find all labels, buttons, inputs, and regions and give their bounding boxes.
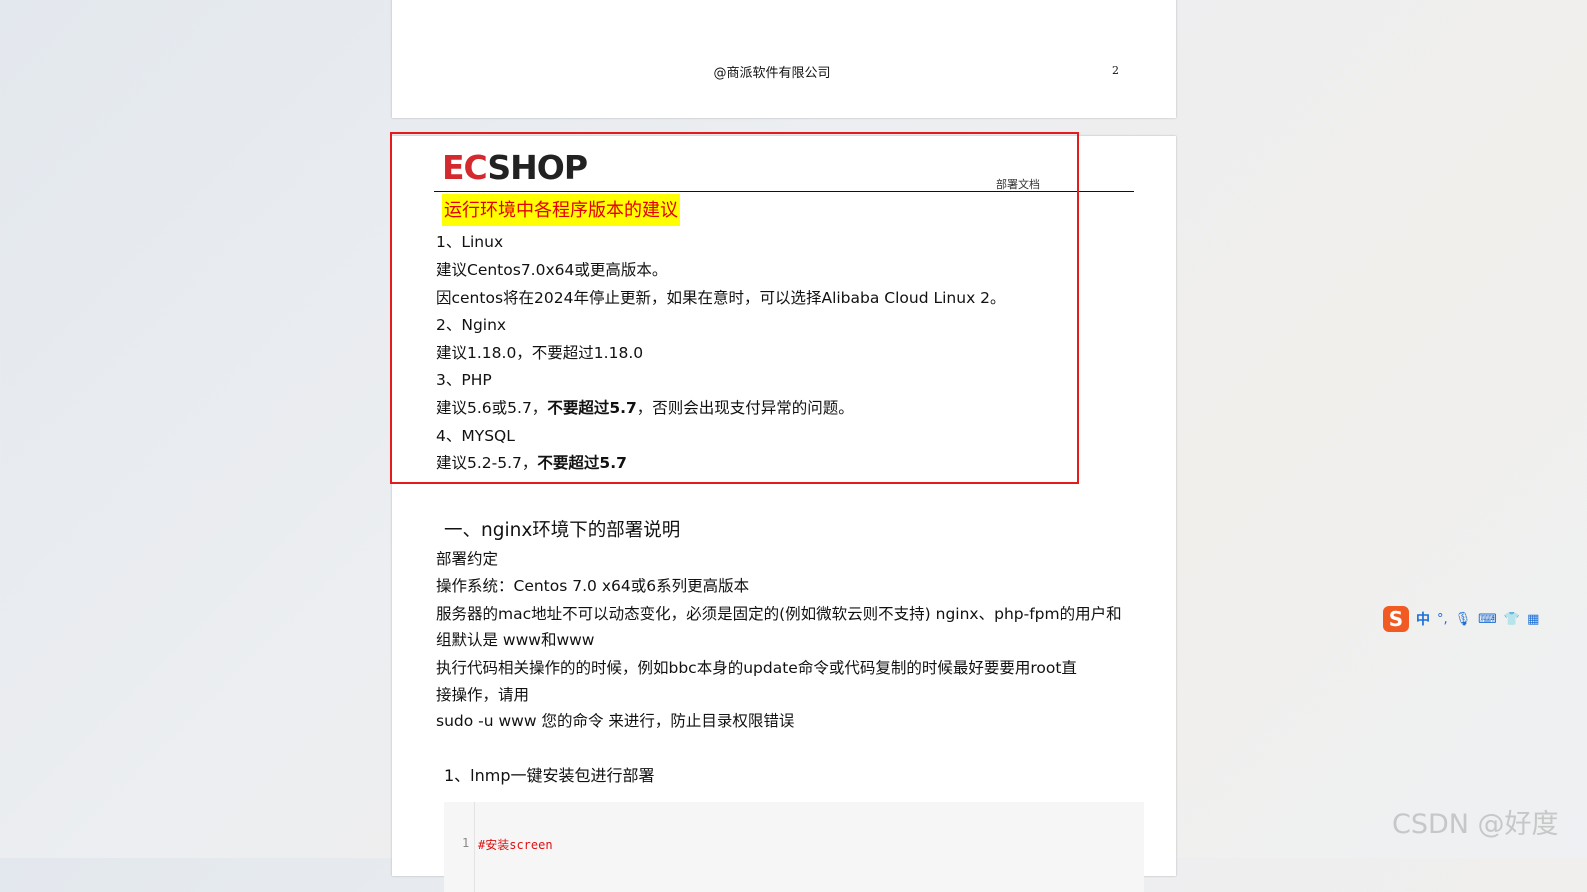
microphone-icon[interactable]: 🎙 bbox=[1455, 612, 1472, 627]
php-suffix: ，否则会出现支付异常的问题。 bbox=[636, 399, 854, 417]
mysql-bold: 不要超过5.7 bbox=[537, 454, 627, 472]
ecshop-logo: ECSHOP bbox=[442, 148, 588, 187]
page-number: 2 bbox=[1112, 64, 1119, 77]
php-prefix: 建议5.6或5.7， bbox=[436, 399, 548, 417]
section-p1: 部署约定 bbox=[436, 550, 499, 568]
mysql-line: 建议5.2-5.7，不要超过5.7 bbox=[436, 451, 627, 473]
ime-language-toggle[interactable]: 中 bbox=[1416, 609, 1430, 629]
previous-page: @商派软件有限公司 2 bbox=[392, 0, 1176, 118]
section-p3b: 组默认是 www和www bbox=[436, 631, 595, 649]
section-p5: sudo -u www 您的命令 来进行，防止目录权限错误 bbox=[436, 712, 795, 730]
header-divider bbox=[434, 191, 1134, 192]
section-p4b: 接操作，请用 bbox=[436, 686, 530, 704]
page-footer-company: @商派软件有限公司 bbox=[713, 66, 831, 81]
section-p3a: 服务器的mac地址不可以动态变化，必须是固定的(例如微软云则不支持) nginx… bbox=[436, 605, 1122, 623]
document-page: ECSHOP 部署文档 运行环境中各程序版本的建议 1、Linux 建议Cent… bbox=[392, 136, 1176, 892]
linux-line-2: 因centos将在2024年停止更新，如果在意时，可以选择Alibaba Clo… bbox=[436, 289, 1006, 307]
linux-line-1: 建议Centos7.0x64或更高版本。 bbox=[436, 261, 668, 279]
highlighted-title: 运行环境中各程序版本的建议 bbox=[442, 194, 680, 226]
section-p2: 操作系统：Centos 7.0 x64或6系列更高版本 bbox=[436, 577, 750, 595]
keyboard-icon[interactable]: ⌨ bbox=[1478, 612, 1497, 627]
code-block: 1 #安装screen bbox=[444, 802, 1144, 892]
code-line: #安装screen bbox=[478, 838, 553, 852]
code-line-number: 1 bbox=[462, 836, 470, 850]
sub-heading: 1、lnmp一键安装包进行部署 bbox=[444, 766, 655, 785]
sogou-logo-icon[interactable]: S bbox=[1383, 606, 1409, 632]
ime-toolbar[interactable]: S 中 °, 🎙 ⌨ 👕 ▦ bbox=[1383, 604, 1587, 634]
logo-ec: EC bbox=[442, 148, 488, 187]
linux-heading: 1、Linux bbox=[436, 233, 504, 251]
skin-icon[interactable]: 👕 bbox=[1504, 612, 1520, 627]
code-gutter bbox=[444, 802, 475, 892]
section-heading: 一、nginx环境下的部署说明 bbox=[444, 520, 681, 541]
logo-shop: SHOP bbox=[487, 148, 588, 187]
mysql-prefix: 建议5.2-5.7， bbox=[436, 454, 538, 472]
php-bold: 不要超过5.7 bbox=[547, 399, 637, 417]
csdn-watermark: CSDN @好度 bbox=[1392, 809, 1559, 840]
toolbox-icon[interactable]: ▦ bbox=[1527, 612, 1539, 627]
section-p4a: 执行代码相关操作的的时候，例如bbc本身的update命令或代码复制的时候最好要… bbox=[436, 659, 1077, 677]
punctuation-icon[interactable]: °, bbox=[1437, 612, 1448, 627]
nginx-line: 建议1.18.0，不要超过1.18.0 bbox=[436, 344, 644, 362]
mysql-heading: 4、MYSQL bbox=[436, 427, 515, 445]
nginx-heading: 2、Nginx bbox=[436, 316, 507, 334]
php-line: 建议5.6或5.7，不要超过5.7，否则会出现支付异常的问题。 bbox=[436, 396, 854, 418]
php-heading: 3、PHP bbox=[436, 371, 492, 389]
header-doc-label: 部署文档 bbox=[996, 178, 1040, 191]
